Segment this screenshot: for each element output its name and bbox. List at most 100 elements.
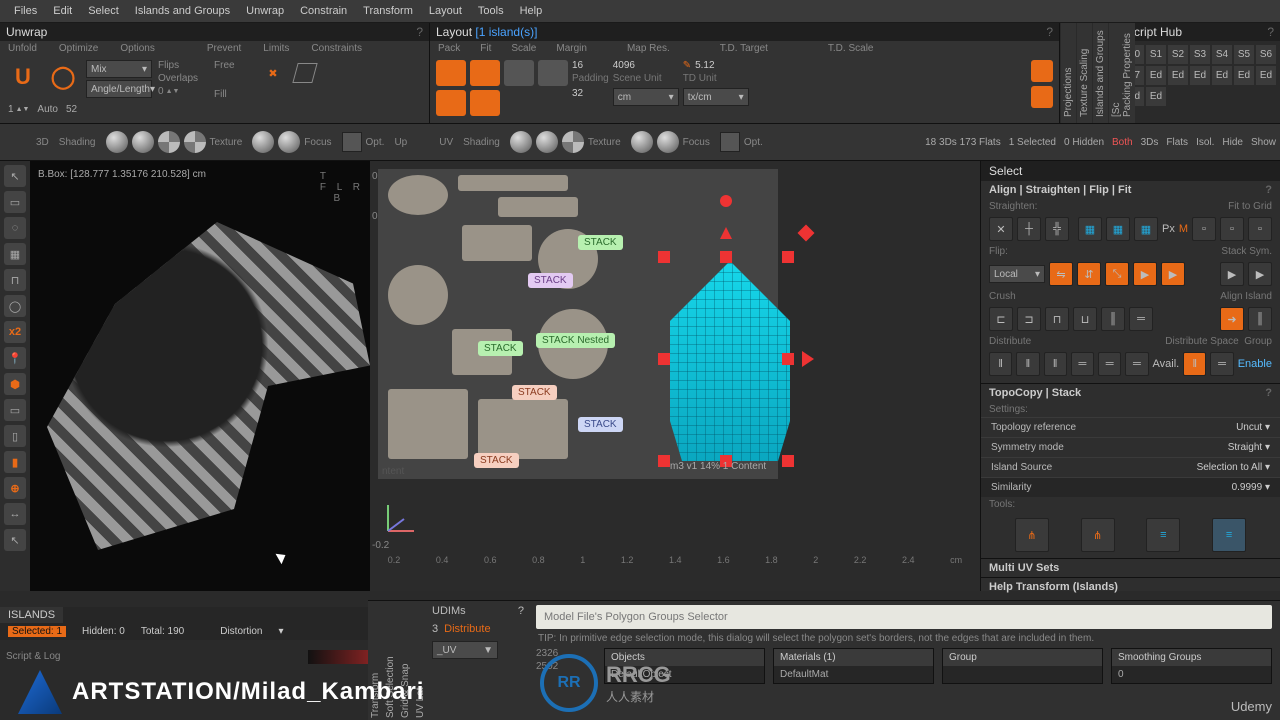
menu-files[interactable]: Files	[6, 2, 45, 20]
fit-2[interactable]	[538, 60, 568, 86]
multiuv-section[interactable]: Multi UV Sets	[989, 562, 1059, 574]
grid-tool[interactable]: ▦	[4, 243, 26, 265]
fitgrid-2[interactable]: ▦	[1106, 217, 1130, 241]
uv-focus-icon[interactable]	[720, 132, 740, 152]
deform-tool[interactable]	[292, 60, 318, 86]
tex2-icon[interactable]	[278, 131, 300, 153]
island-src-value[interactable]: Selection to All	[1197, 462, 1263, 473]
both-toggle[interactable]: Both	[1112, 137, 1133, 148]
shade-checker2-icon[interactable]	[184, 131, 206, 153]
uv-shade2-icon[interactable]	[536, 131, 558, 153]
vtab-projections[interactable]: Projections	[1061, 23, 1076, 123]
flip-v[interactable]: ⇵	[1077, 262, 1101, 286]
fg-a[interactable]: ▫	[1192, 217, 1216, 241]
pack-3[interactable]	[436, 90, 466, 116]
stacksym-1[interactable]: ▶	[1220, 262, 1244, 286]
smoothing-col[interactable]: Smoothing Groups0	[1111, 648, 1272, 684]
sh-s5[interactable]: S5	[1234, 45, 1254, 64]
uv-checker-icon[interactable]	[562, 131, 584, 153]
algorithm-dropdown[interactable]: Mix▾	[86, 60, 152, 78]
straighten-1[interactable]: ✕	[989, 217, 1013, 241]
straighten-2[interactable]: ┼	[1017, 217, 1041, 241]
help-icon[interactable]: ?	[1265, 184, 1272, 196]
mr-handle[interactable]	[782, 353, 794, 365]
menu-tools[interactable]: Tools	[470, 2, 512, 20]
topo-ref-value[interactable]: Uncut	[1236, 422, 1262, 433]
tr-handle[interactable]	[782, 251, 794, 263]
margin-value[interactable]: 16	[572, 60, 583, 71]
tdunit-dropdown[interactable]: tx/cm▾	[683, 88, 749, 106]
distspace-2[interactable]: ═	[1210, 352, 1233, 376]
udim-distribute[interactable]: Distribute	[444, 623, 490, 635]
stack-tool-2[interactable]: ≡	[1212, 518, 1246, 552]
flip-h[interactable]: ⇋	[1049, 262, 1073, 286]
dist-5[interactable]: ═	[1098, 352, 1121, 376]
br-handle[interactable]	[782, 455, 794, 467]
iterations-value[interactable]: 0	[158, 86, 164, 97]
align-arrow[interactable]: ➜	[1220, 307, 1244, 331]
flip-3[interactable]: ⤡	[1105, 262, 1129, 286]
menu-select[interactable]: Select	[80, 2, 127, 20]
menu-islands-groups[interactable]: Islands and Groups	[127, 2, 238, 20]
sh-s4[interactable]: S4	[1212, 45, 1232, 64]
sh-ed2[interactable]: Ed	[1190, 66, 1210, 85]
td-value[interactable]: 5.12	[695, 60, 714, 71]
bl-handle[interactable]	[658, 455, 670, 467]
hide-button[interactable]: Hide	[1222, 137, 1243, 148]
crush-5[interactable]: ║	[1101, 307, 1125, 331]
lasso-tool[interactable]: ◌	[4, 217, 26, 239]
shade-flat-icon[interactable]	[106, 131, 128, 153]
tdscale-1[interactable]	[1031, 60, 1053, 82]
similarity-value[interactable]: 0.9999	[1232, 482, 1263, 493]
crush-3[interactable]: ⊓	[1045, 307, 1069, 331]
cursor-tool[interactable]: ↖	[4, 529, 26, 551]
globe-tool[interactable]: ⊕	[4, 477, 26, 499]
sh-ed4[interactable]: Ed	[1234, 66, 1254, 85]
islands-tab-label[interactable]: ISLANDS	[0, 607, 63, 623]
uv-tool[interactable]: ⊓	[4, 269, 26, 291]
sh-s1[interactable]: S1	[1146, 45, 1166, 64]
arrow-tool[interactable]: ↖	[4, 165, 26, 187]
mapres-value[interactable]: 4096	[613, 60, 635, 71]
rect-tool[interactable]: ▭	[4, 399, 26, 421]
dist-1[interactable]: ‖	[989, 352, 1012, 376]
menu-unwrap[interactable]: Unwrap	[238, 2, 292, 20]
vtab-texscaling[interactable]: Texture Scaling	[1077, 23, 1092, 123]
shield-tool[interactable]: ⬢	[4, 373, 26, 395]
help-icon[interactable]: ?	[1265, 387, 1272, 399]
eyedropper-icon[interactable]: ✎	[683, 60, 691, 71]
rect2-tool[interactable]: ▯	[4, 425, 26, 447]
help-icon[interactable]: ?	[518, 605, 524, 617]
optimize-button[interactable]: ◯	[46, 60, 80, 94]
polygon-group-selector[interactable]: Model File's Polygon Groups Selector	[536, 605, 1272, 629]
x2-tool[interactable]: x2	[4, 321, 26, 343]
crush-6[interactable]: ═	[1129, 307, 1153, 331]
menu-edit[interactable]: Edit	[45, 2, 80, 20]
dist-6[interactable]: ═	[1125, 352, 1148, 376]
fit-1[interactable]	[504, 60, 534, 86]
menu-constrain[interactable]: Constrain	[292, 2, 355, 20]
help-icon[interactable]: ?	[1267, 25, 1274, 39]
fitgrid-1[interactable]: ▦	[1078, 217, 1102, 241]
scale-right-handle[interactable]	[802, 351, 814, 367]
vtab-islands[interactable]: Islands and Groups	[1093, 23, 1108, 123]
udim-count[interactable]: 3	[432, 623, 438, 635]
isol-button[interactable]: Isol.	[1196, 137, 1214, 148]
flip-5[interactable]: ▶	[1161, 262, 1185, 286]
ml-handle[interactable]	[658, 353, 670, 365]
sh-ed7[interactable]: Ed	[1146, 87, 1166, 106]
dist-2[interactable]: ‖	[1016, 352, 1039, 376]
stack-tool-1[interactable]: ≡	[1146, 518, 1180, 552]
help-icon[interactable]: ?	[1046, 25, 1053, 39]
view-orientation[interactable]: TF L R B	[320, 171, 364, 204]
uv-shade1-icon[interactable]	[510, 131, 532, 153]
focus-icon[interactable]	[342, 132, 362, 152]
helptransform-section[interactable]: Help Transform (Islands)	[989, 581, 1118, 593]
crush-2[interactable]: ⊐	[1017, 307, 1041, 331]
shade-smooth-icon[interactable]	[132, 131, 154, 153]
dist-4[interactable]: ═	[1071, 352, 1094, 376]
vtab-packing[interactable]: Packing Properties [Sc	[1109, 23, 1135, 123]
pack-1[interactable]	[436, 60, 466, 86]
spin1[interactable]: 1	[8, 104, 14, 115]
uv-set-dropdown[interactable]: _UV▼	[432, 641, 498, 659]
